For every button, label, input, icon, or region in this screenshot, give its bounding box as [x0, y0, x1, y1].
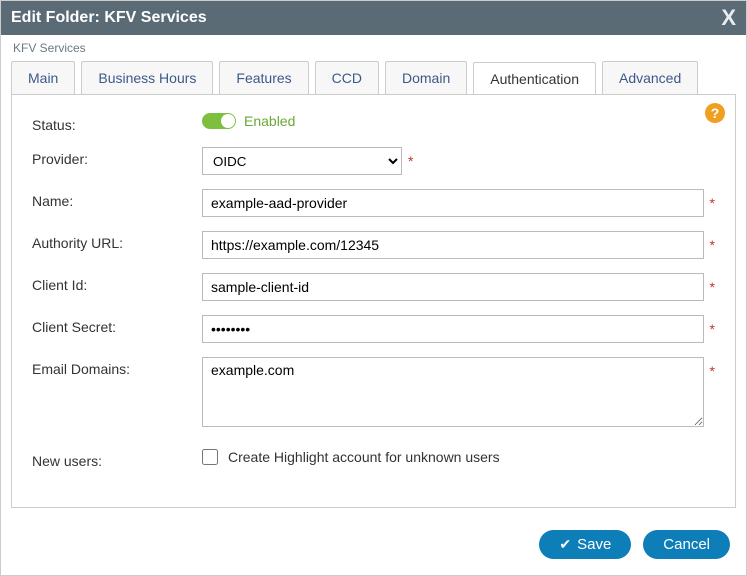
provider-select[interactable]: OIDC	[202, 147, 402, 175]
row-client-secret: Client Secret: *	[32, 315, 715, 343]
required-marker: *	[710, 357, 715, 385]
save-button[interactable]: ✔ Save	[539, 530, 631, 559]
client-secret-input[interactable]	[202, 315, 704, 343]
new-users-label: New users:	[32, 449, 202, 469]
tab-business-hours[interactable]: Business Hours	[81, 61, 213, 94]
required-marker: *	[710, 189, 715, 217]
breadcrumb: KFV Services	[1, 35, 746, 61]
authority-url-label: Authority URL:	[32, 231, 202, 251]
cancel-button[interactable]: Cancel	[643, 530, 730, 559]
row-client-id: Client Id: *	[32, 273, 715, 301]
new-users-checkbox[interactable]	[202, 449, 218, 465]
tab-features[interactable]: Features	[219, 61, 308, 94]
new-users-checkbox-wrap[interactable]: Create Highlight account for unknown use…	[202, 449, 500, 465]
required-marker: *	[710, 315, 715, 343]
client-id-label: Client Id:	[32, 273, 202, 293]
email-domains-label: Email Domains:	[32, 357, 202, 377]
required-marker: *	[408, 147, 413, 175]
client-secret-label: Client Secret:	[32, 315, 202, 335]
provider-label: Provider:	[32, 147, 202, 167]
dialog-title: Edit Folder: KFV Services	[11, 9, 207, 27]
tab-ccd[interactable]: CCD	[315, 61, 379, 94]
tab-advanced[interactable]: Advanced	[602, 61, 698, 94]
row-name: Name: *	[32, 189, 715, 217]
tab-main[interactable]: Main	[11, 61, 75, 94]
tab-authentication[interactable]: Authentication	[473, 62, 596, 95]
dialog-footer: ✔ Save Cancel	[1, 524, 746, 575]
status-label: Status:	[32, 113, 202, 133]
row-authority-url: Authority URL: *	[32, 231, 715, 259]
check-icon: ✔	[559, 536, 571, 553]
name-input[interactable]	[202, 189, 704, 217]
client-id-input[interactable]	[202, 273, 704, 301]
name-label: Name:	[32, 189, 202, 209]
row-status: Status: Enabled	[32, 113, 715, 133]
save-button-label: Save	[577, 536, 611, 553]
cancel-button-label: Cancel	[663, 536, 710, 553]
required-marker: *	[710, 273, 715, 301]
edit-folder-dialog: Edit Folder: KFV Services X KFV Services…	[0, 0, 747, 576]
row-new-users: New users: Create Highlight account for …	[32, 449, 715, 469]
titlebar: Edit Folder: KFV Services X	[1, 1, 746, 35]
status-toggle[interactable]	[202, 113, 236, 129]
row-provider: Provider: OIDC *	[32, 147, 715, 175]
help-icon[interactable]: ?	[705, 103, 725, 123]
authentication-panel: ? Status: Enabled Provider: OIDC * Name:…	[11, 94, 736, 508]
status-text: Enabled	[244, 113, 295, 129]
tab-bar: Main Business Hours Features CCD Domain …	[1, 61, 746, 94]
required-marker: *	[710, 231, 715, 259]
new-users-checkbox-label: Create Highlight account for unknown use…	[228, 449, 500, 465]
email-domains-textarea[interactable]	[202, 357, 704, 427]
authority-url-input[interactable]	[202, 231, 704, 259]
close-icon[interactable]: X	[721, 7, 736, 29]
row-email-domains: Email Domains: *	[32, 357, 715, 427]
tab-domain[interactable]: Domain	[385, 61, 467, 94]
